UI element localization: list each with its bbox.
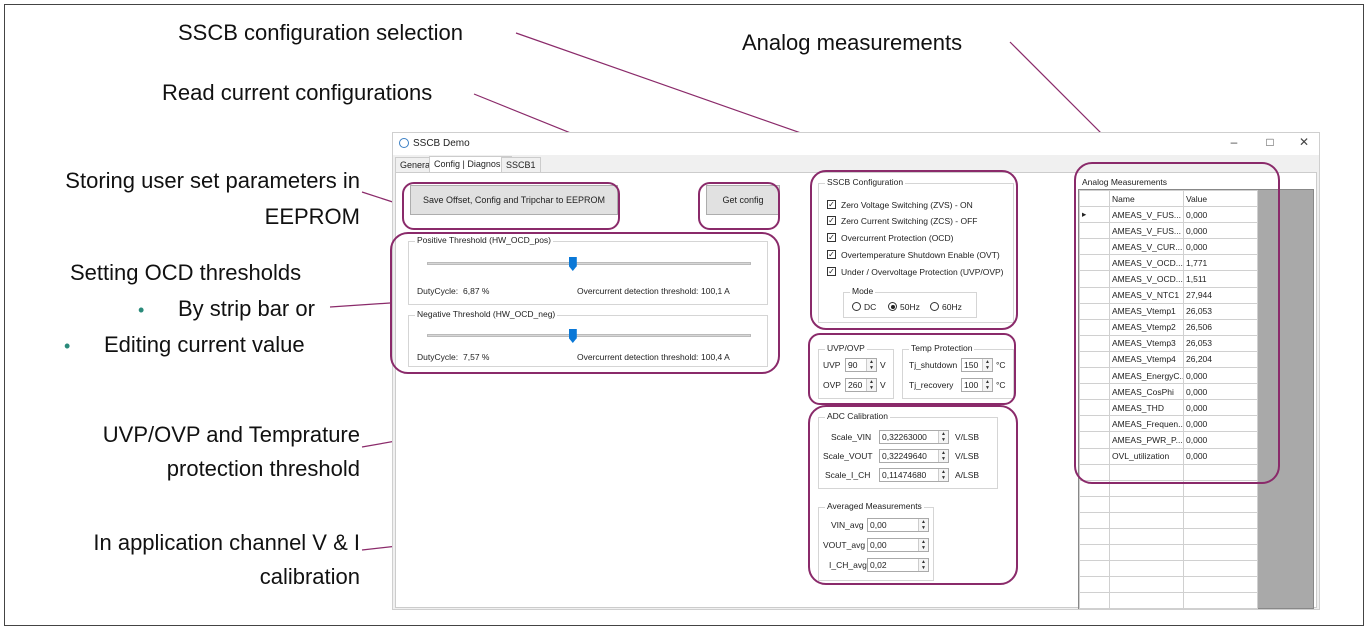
table-row[interactable] — [1079, 592, 1258, 610]
callout-ocd-bullet-1-text: By strip bar or — [178, 296, 315, 321]
measurement-name-cell[interactable] — [1109, 560, 1184, 578]
table-row[interactable] — [1079, 576, 1258, 594]
measurement-value-cell[interactable] — [1183, 576, 1258, 594]
highlight-ocd — [390, 232, 780, 374]
callout-analog: Analog measurements — [742, 30, 963, 55]
highlight-get-config — [698, 182, 780, 230]
highlight-sscb-config — [810, 170, 1018, 330]
highlight-analog — [1074, 162, 1280, 484]
measurement-value-cell[interactable] — [1183, 544, 1258, 562]
title-bar: SSCB Demo – □ ✕ — [393, 133, 1319, 155]
callout-sscb-selection: SSCB configuration selection — [178, 20, 463, 45]
row-header-cell[interactable] — [1079, 511, 1110, 529]
measurement-value-cell[interactable] — [1183, 560, 1258, 578]
measurement-value-cell[interactable] — [1183, 511, 1258, 529]
bullet-icon: • — [64, 336, 71, 356]
callout-read-config: Read current configurations — [162, 80, 433, 105]
measurement-value-cell[interactable] — [1183, 495, 1258, 513]
measurement-value-cell[interactable] — [1183, 527, 1258, 546]
window-title: SSCB Demo — [413, 138, 470, 149]
callout-eeprom-1: Storing user set parameters in — [65, 168, 360, 193]
maximize-button[interactable]: □ — [1259, 135, 1281, 153]
measurement-name-cell[interactable] — [1109, 576, 1184, 594]
callout-ocd-bullet-2: • Editing current value — [64, 332, 305, 358]
row-header-cell[interactable] — [1079, 576, 1110, 594]
measurement-name-cell[interactable] — [1109, 592, 1184, 610]
row-header-cell[interactable] — [1079, 544, 1110, 562]
measurement-name-cell[interactable] — [1109, 544, 1184, 562]
row-header-cell[interactable] — [1079, 527, 1110, 546]
highlight-calibration — [808, 405, 1018, 585]
table-row[interactable] — [1079, 511, 1258, 529]
callout-ocd-bullet-2-text: Editing current value — [104, 332, 305, 357]
measurement-name-cell[interactable] — [1109, 527, 1184, 546]
measurement-name-cell[interactable] — [1109, 495, 1184, 513]
callout-ocd-bullet-1: • By strip bar or — [138, 296, 315, 322]
callout-calib-2: calibration — [259, 564, 360, 589]
table-row[interactable] — [1079, 544, 1258, 562]
callout-eeprom-2: EEPROM — [264, 204, 360, 229]
table-row[interactable] — [1079, 560, 1258, 578]
tab-config-diagnosis[interactable]: Config | Diagnosis — [429, 156, 512, 173]
app-icon — [399, 138, 409, 148]
callout-calib-1: In application channel V & I — [93, 530, 360, 555]
callout-uvp-2: protection threshold — [166, 456, 360, 481]
highlight-eeprom — [402, 182, 620, 230]
tab-sscb1[interactable]: SSCB1 — [501, 157, 541, 172]
highlight-uvp-temp — [808, 333, 1016, 405]
callout-uvp-1: UVP/OVP and Temprature — [102, 422, 360, 447]
close-button[interactable]: ✕ — [1293, 135, 1315, 153]
measurement-name-cell[interactable] — [1109, 511, 1184, 529]
minimize-button[interactable]: – — [1223, 135, 1245, 153]
table-row[interactable] — [1079, 495, 1258, 513]
bullet-icon: • — [138, 300, 145, 320]
table-row[interactable] — [1079, 527, 1258, 546]
measurement-value-cell[interactable] — [1183, 592, 1258, 610]
row-header-cell[interactable] — [1079, 495, 1110, 513]
row-header-cell[interactable] — [1079, 560, 1110, 578]
row-header-cell[interactable] — [1079, 592, 1110, 610]
callout-ocd-title: Setting OCD thresholds — [70, 260, 302, 285]
